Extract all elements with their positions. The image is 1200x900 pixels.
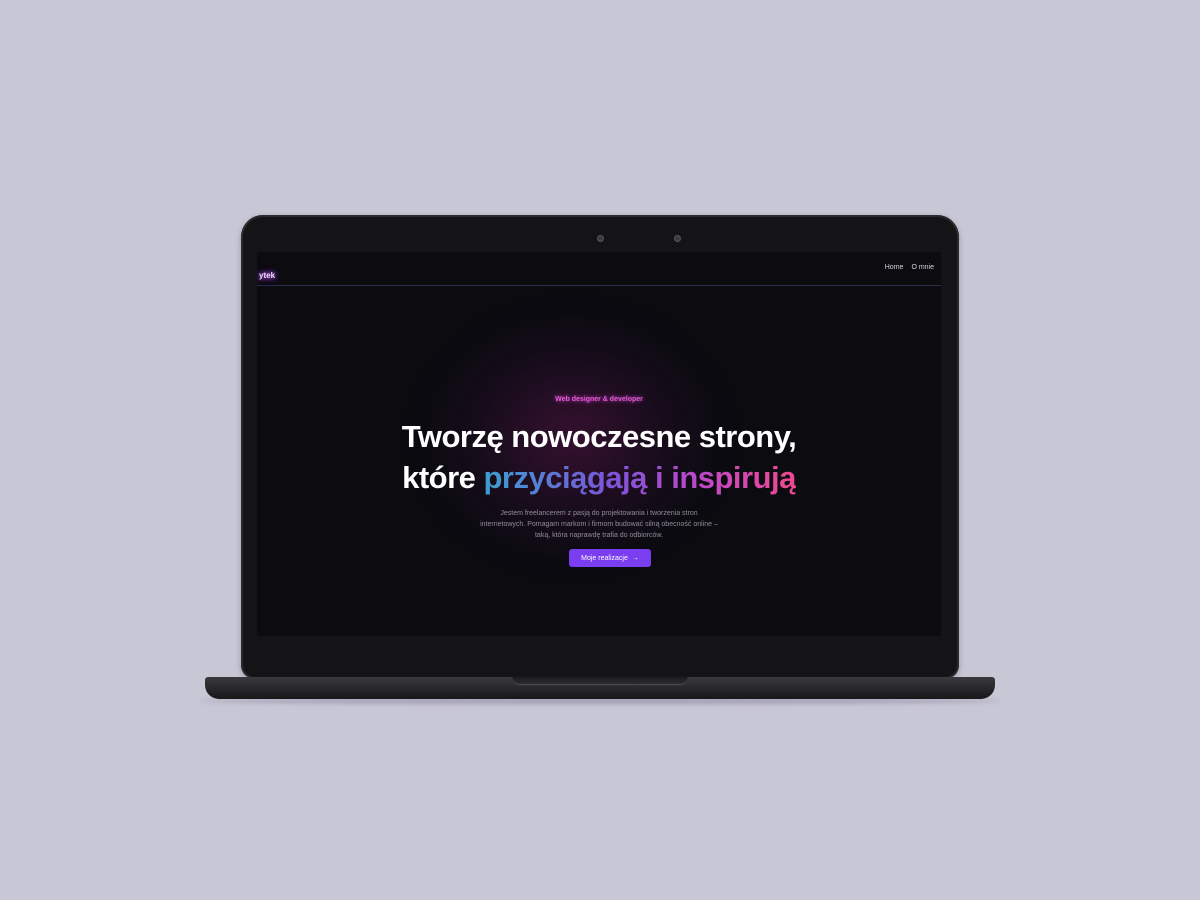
hero-headline: Tworzę nowoczesne strony, które przyciąg… bbox=[257, 416, 941, 498]
hero-subtitle: Jestem freelancerem z pasją do projektow… bbox=[480, 510, 718, 539]
trackpad-notch bbox=[512, 677, 688, 685]
laptop-base bbox=[205, 677, 995, 699]
headline-gradient-text: przyciągają i inspirują bbox=[483, 460, 797, 495]
portfolio-button-label: Moje realizacje bbox=[581, 554, 628, 562]
headline-line-2: które przyciągają i inspirują bbox=[257, 457, 941, 498]
hero-section: Web designer & developer Tworzę nowoczes… bbox=[257, 252, 941, 636]
sensor-icon bbox=[674, 235, 681, 242]
arrow-right-icon: → bbox=[631, 554, 639, 562]
headline-line-1: Tworzę nowoczesne strony, bbox=[401, 419, 797, 454]
laptop-screen: ytek Home O mnie Web designer & develope… bbox=[257, 252, 941, 636]
camera-icon bbox=[597, 235, 604, 242]
hero-eyebrow: Web designer & developer bbox=[555, 396, 643, 403]
portfolio-button[interactable]: Moje realizacje → bbox=[569, 549, 651, 567]
headline-plain-text: które bbox=[402, 460, 484, 495]
laptop-lid: ytek Home O mnie Web designer & develope… bbox=[241, 215, 959, 679]
